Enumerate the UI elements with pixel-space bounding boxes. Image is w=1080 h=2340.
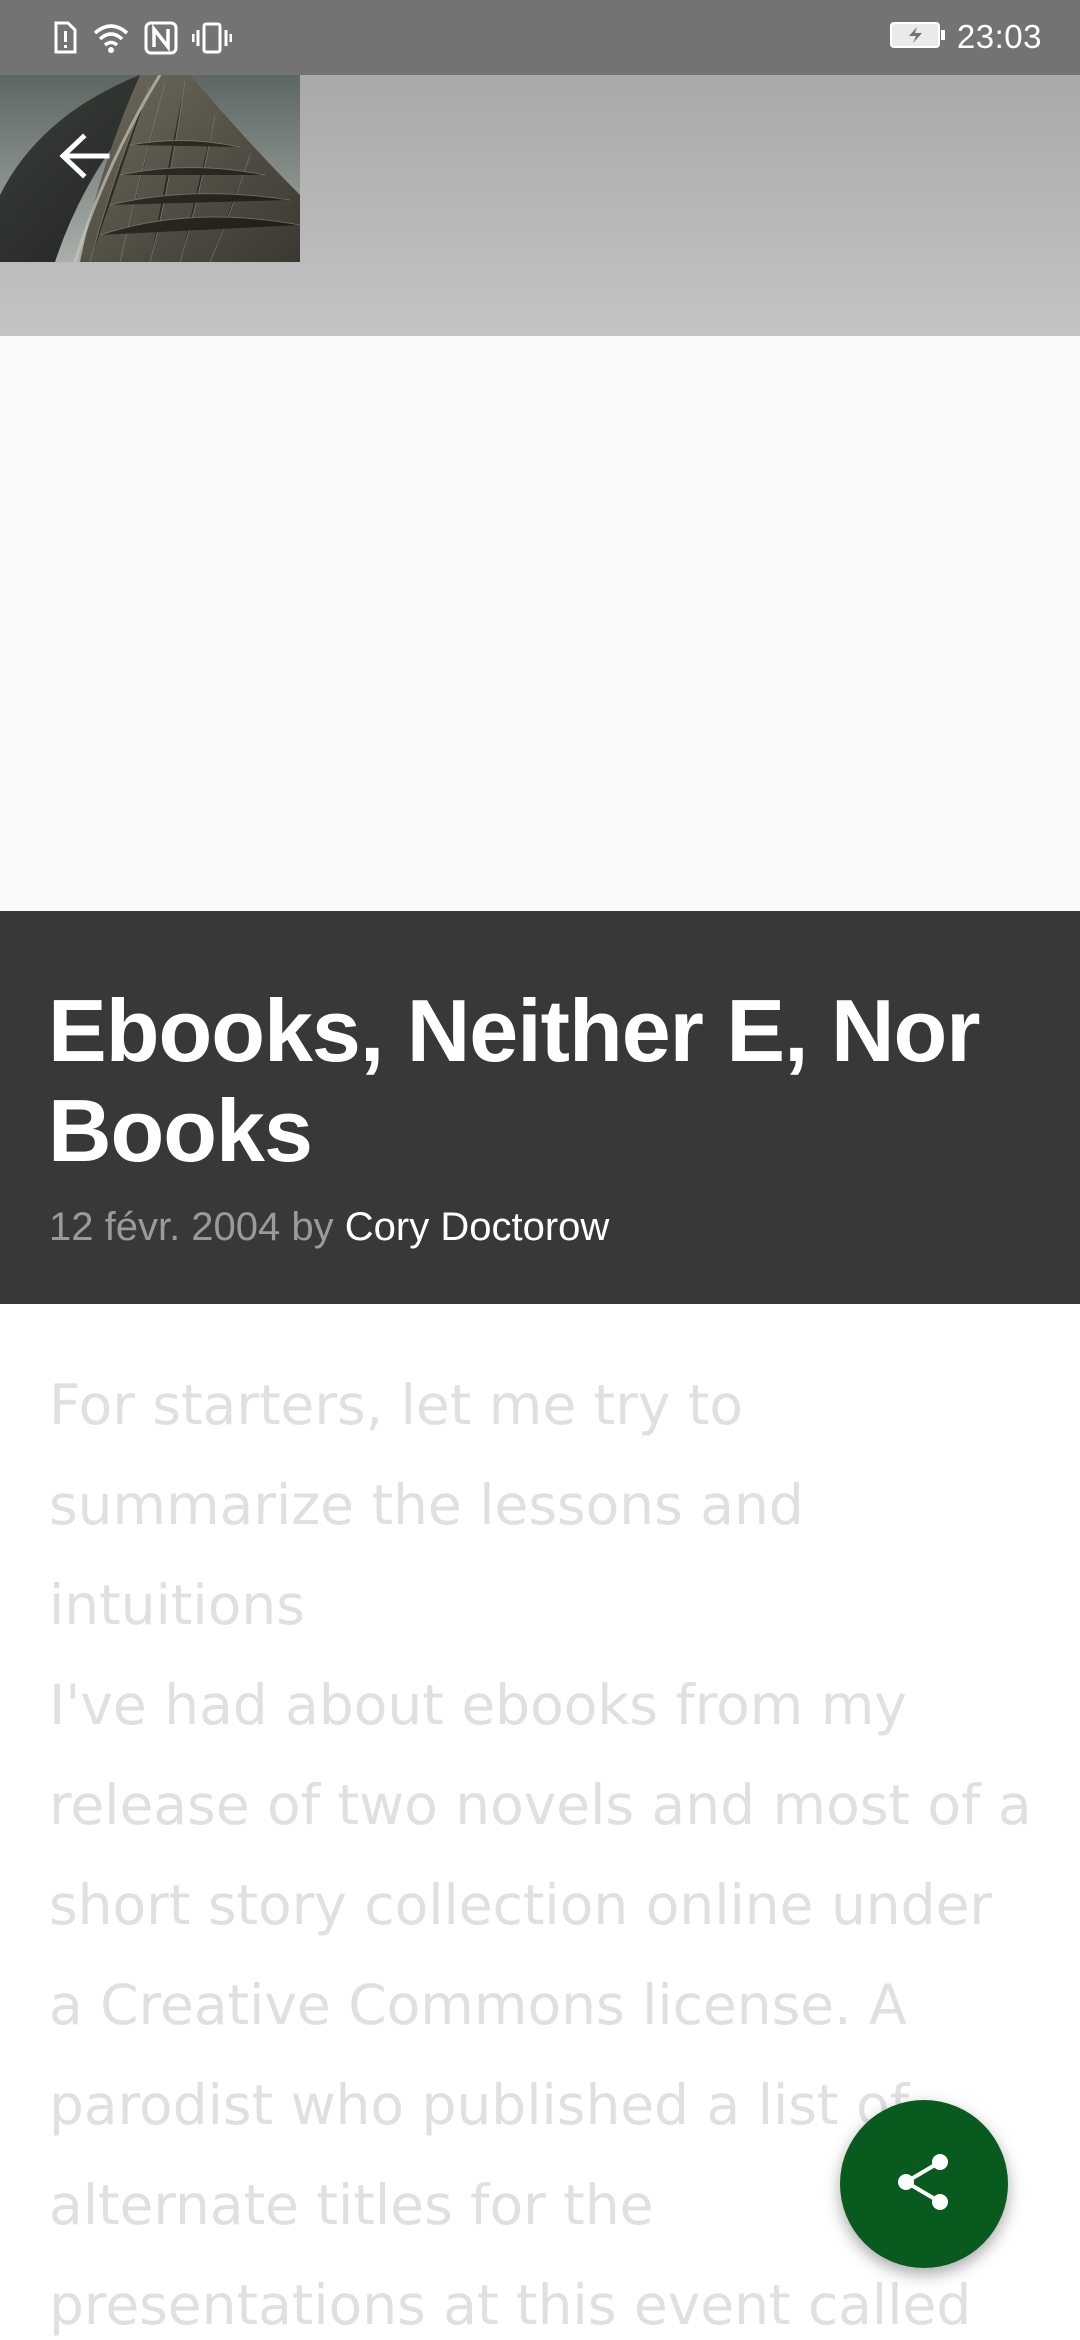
battery-charging-icon [889, 21, 947, 54]
back-button[interactable] [44, 118, 124, 198]
sim-alert-icon [52, 21, 78, 55]
nfc-icon [144, 21, 178, 55]
article-title: Ebooks, Neither E, Nor Books [48, 981, 981, 1180]
byline: 12 févr. 2004 by Cory Doctorow [49, 1203, 609, 1251]
status-icons-right: 23:03 [889, 14, 1042, 60]
article-header: Ebooks, Neither E, Nor Books 12 févr. 20… [0, 911, 1080, 1304]
image-placeholder-area [0, 336, 1080, 911]
arrow-back-icon [57, 132, 111, 185]
wifi-icon [92, 22, 130, 54]
byline-by: by [291, 1205, 334, 1249]
share-button[interactable] [840, 2100, 1008, 2268]
share-icon [892, 2150, 956, 2219]
vibrate-icon [192, 21, 232, 55]
status-bar: 23:03 [0, 0, 1080, 75]
article-date: 12 févr. 2004 [49, 1205, 281, 1249]
author-link[interactable]: Cory Doctorow [345, 1205, 610, 1249]
status-time: 23:03 [956, 18, 1042, 55]
status-icons-left [52, 18, 232, 58]
